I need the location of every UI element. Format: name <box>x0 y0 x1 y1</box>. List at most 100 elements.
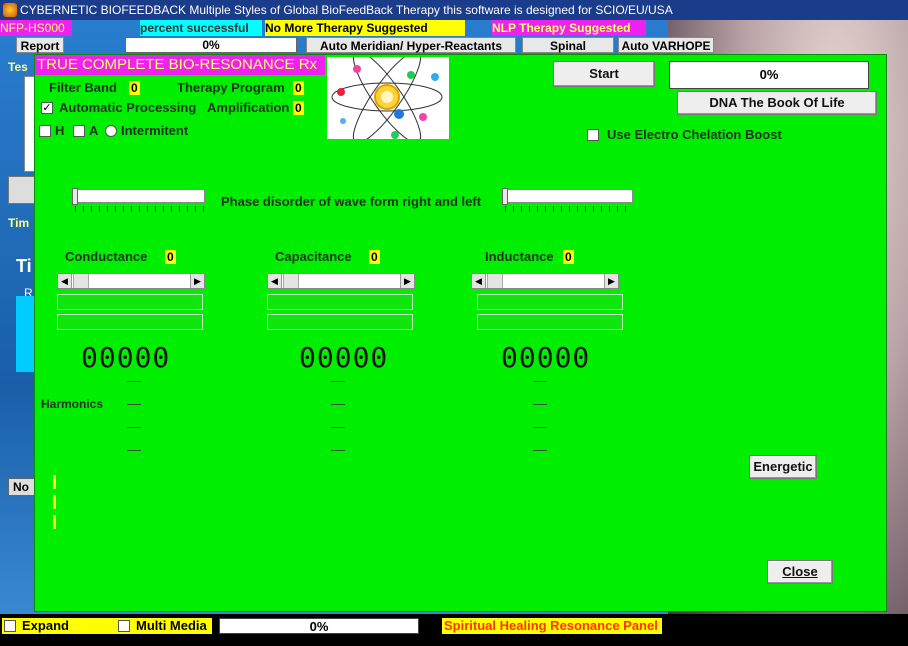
bottom-progress-bar: 0% <box>219 618 419 634</box>
scroll-left-arrow-icon[interactable]: ◀ <box>268 274 282 288</box>
capacitance-field-2[interactable] <box>267 314 413 330</box>
conductance-field-2[interactable] <box>57 314 203 330</box>
capacitance-digits: 00000 <box>299 341 389 374</box>
conductance-digits: 00000 <box>81 341 171 374</box>
inductance-label: Inductance <box>485 249 554 264</box>
phase-left-slider[interactable] <box>71 188 205 205</box>
expand-area: Expand <box>2 618 118 634</box>
harmonic-dash <box>127 450 141 451</box>
tes-fragment: Tes <box>8 60 28 74</box>
phase-left-slider-thumb[interactable] <box>72 188 78 205</box>
percent-successful-label: percent successful <box>140 20 262 36</box>
auto-meridian-button[interactable]: Auto Meridian/ Hyper-Reactants <box>306 37 516 53</box>
expand-label: Expand <box>22 618 69 633</box>
multi-media-area: Multi Media <box>118 618 212 634</box>
close-button[interactable]: Close <box>767 560 833 584</box>
conductance-field-1[interactable] <box>57 294 203 310</box>
harmonic-dash <box>533 450 547 451</box>
automatic-processing-label: Automatic Processing <box>59 100 197 115</box>
capacitance-scrollbar[interactable]: ◀ ▶ <box>267 273 415 289</box>
nlp-therapy-label: NLP Therapy Suggested <box>492 20 646 36</box>
auto-varhope-button[interactable]: Auto VARHOPE <box>618 37 714 53</box>
filter-band-value: 0 <box>129 81 140 95</box>
capacitance-scroll-thumb[interactable] <box>283 274 299 288</box>
scroll-left-arrow-icon[interactable]: ◀ <box>58 274 72 288</box>
inductance-scroll-thumb[interactable] <box>487 274 503 288</box>
phase-right-slider[interactable] <box>501 188 633 205</box>
scroll-left-arrow-icon[interactable]: ◀ <box>472 274 486 288</box>
harmonic-dash <box>127 404 141 405</box>
bg-cyan-bar <box>16 296 34 372</box>
inductance-field-1[interactable] <box>477 294 623 310</box>
dna-button[interactable]: DNA The Book Of Life <box>677 91 877 115</box>
window-titlebar: CYBERNETIC BIOFEEDBACK Multiple Styles o… <box>0 0 908 20</box>
capacitance-label: Capacitance <box>275 249 352 264</box>
multi-media-label: Multi Media <box>136 618 207 633</box>
phase-right-slider-thumb[interactable] <box>502 188 508 205</box>
no-more-therapy-label: No More Therapy Suggested <box>265 20 465 36</box>
start-button[interactable]: Start <box>553 61 655 87</box>
harmonic-dash <box>127 427 141 428</box>
conductance-scrollbar[interactable]: ◀ ▶ <box>57 273 205 289</box>
no-fragment[interactable]: No <box>8 478 36 496</box>
tim-fragment: Tim <box>8 216 30 230</box>
amplification-label: Amplification <box>207 100 290 115</box>
inductance-scrollbar[interactable]: ◀ ▶ <box>471 273 619 289</box>
capacitance-value: 0 <box>369 250 380 264</box>
spinal-button[interactable]: Spinal <box>522 37 614 53</box>
report-button[interactable]: Report <box>16 37 64 53</box>
inductance-digits: 00000 <box>501 341 591 374</box>
a-checkbox[interactable] <box>73 125 85 137</box>
harmonic-dash <box>331 427 345 428</box>
bg-button[interactable] <box>8 176 36 204</box>
ti-fragment: Ti <box>16 256 32 276</box>
intermitent-radio[interactable] <box>105 125 117 137</box>
intermitent-label: Intermitent <box>121 123 189 138</box>
scroll-right-arrow-icon[interactable]: ▶ <box>190 274 204 288</box>
conductance-value: 0 <box>165 250 176 264</box>
therapy-program-value: 0 <box>293 81 304 95</box>
harmonic-dash <box>331 381 345 382</box>
phase-disorder-label: Phase disorder of wave form right and le… <box>221 194 482 209</box>
phase-right-ticks <box>505 206 633 212</box>
indicator-bar <box>53 495 56 509</box>
scroll-right-arrow-icon[interactable]: ▶ <box>400 274 414 288</box>
app-icon <box>3 3 17 17</box>
atom-icon <box>331 50 443 144</box>
nfp-label: NFP-HS000 <box>0 20 72 36</box>
atom-image <box>327 50 449 144</box>
panel-title: TRUE COMPLETE BIO-RESONANCE Rx <box>35 55 325 75</box>
harmonic-dash <box>127 381 141 382</box>
capacitance-field-1[interactable] <box>267 294 413 310</box>
inductance-field-2[interactable] <box>477 314 623 330</box>
a-label: A <box>89 123 99 138</box>
therapy-program-label: Therapy Program <box>177 80 285 95</box>
spiritual-healing-label[interactable]: Spiritual Healing Resonance Panel <box>442 618 662 634</box>
h-checkbox[interactable] <box>39 125 51 137</box>
indicator-bar <box>53 515 56 529</box>
multi-media-checkbox[interactable] <box>118 620 130 632</box>
expand-checkbox[interactable] <box>4 620 16 632</box>
energetic-button[interactable]: Energetic <box>749 455 817 479</box>
filter-band-label: Filter Band <box>49 80 117 95</box>
amplification-value: 0 <box>293 101 304 115</box>
bio-resonance-panel: TRUE COMPLETE BIO-RESONANCE Rx Filter Ba… <box>34 50 887 612</box>
automatic-processing-checkbox[interactable]: ✓ <box>41 102 53 114</box>
top-progress-bar: 0% <box>125 37 297 53</box>
harmonic-dash <box>533 427 547 428</box>
indicator-bar <box>53 475 56 489</box>
scroll-right-arrow-icon[interactable]: ▶ <box>604 274 618 288</box>
electro-chelation-checkbox[interactable] <box>587 129 599 141</box>
harmonic-dash <box>331 450 345 451</box>
harmonic-dash <box>533 404 547 405</box>
harmonic-dash <box>533 381 547 382</box>
harmonics-label: Harmonics <box>41 397 104 411</box>
h-label: H <box>55 123 65 138</box>
conductance-scroll-thumb[interactable] <box>73 274 89 288</box>
electro-chelation-label: Use Electro Chelation Boost <box>607 127 782 142</box>
bottom-bar: Expand Multi Media 0% Spiritual Healing … <box>0 614 908 646</box>
window-title: CYBERNETIC BIOFEEDBACK Multiple Styles o… <box>20 3 673 17</box>
harmonic-dash <box>331 404 345 405</box>
start-progress-bar: 0% <box>669 61 869 89</box>
conductance-label: Conductance <box>65 249 148 264</box>
